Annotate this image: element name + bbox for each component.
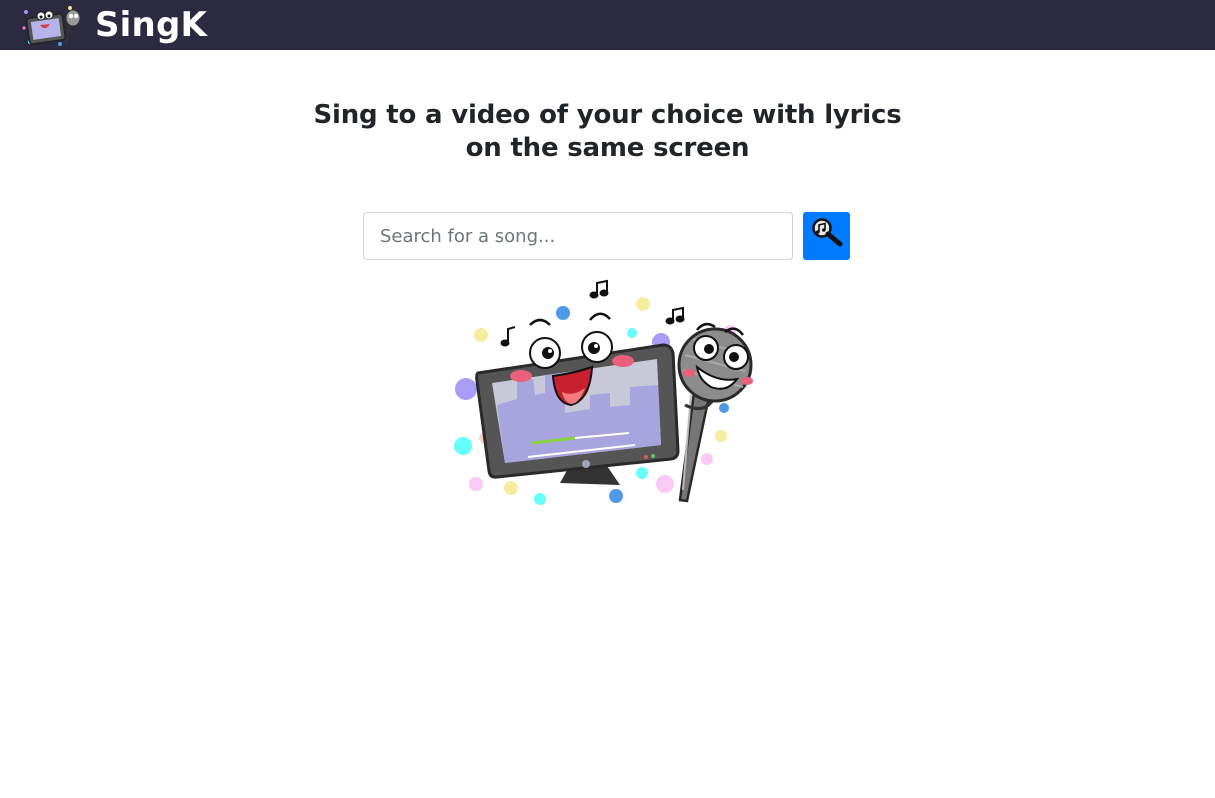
song-search-input[interactable] [363,212,793,260]
karaoke-mascot-illustration [454,279,753,505]
karaoke-logo-icon [22,6,81,46]
headline-line-1: Sing to a video of your choice with lyri… [313,100,902,130]
navbar: SingK [0,0,1215,50]
page-headline: Sing to a video of your choice with lyri… [0,99,1215,165]
brand-link[interactable]: SingK [20,2,207,48]
search-button[interactable] [803,212,850,260]
music-search-icon [812,218,843,247]
headline-line-2: on the same screen [465,133,750,163]
brand-name: SingK [95,5,208,45]
